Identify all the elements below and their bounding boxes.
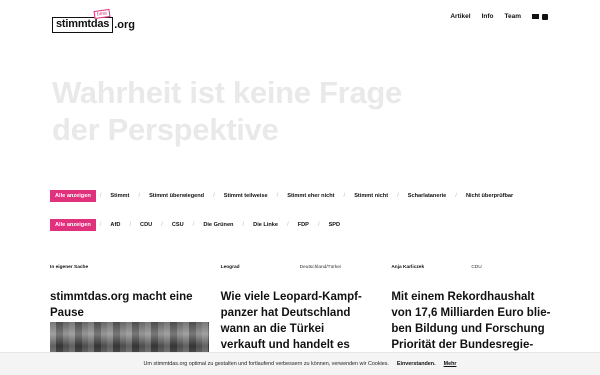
- cookie-banner: Um stimmtdas.org optimal zu gestalten un…: [0, 352, 600, 375]
- article-title[interactable]: stimmtdas.org macht eine Pause: [50, 289, 210, 321]
- party-filter-spd[interactable]: SPD: [324, 219, 346, 231]
- verdict-filter-nicht-ueberpruefbar[interactable]: Nicht überprüfbar: [461, 190, 518, 202]
- logo-tld: .org: [114, 18, 135, 31]
- separator: /: [99, 193, 102, 199]
- party-filter-row: Alle anzeigen / AfD / CDU / CSU / Die Gr…: [50, 219, 550, 231]
- nav-info[interactable]: Info: [482, 13, 494, 20]
- article-tag[interactable]: Deutschland/Türkei: [300, 265, 341, 270]
- nav-artikel[interactable]: Artikel: [450, 13, 470, 20]
- hero-heading: Wahrheit ist keine Frage der Perspektive: [52, 74, 472, 148]
- verdict-filter-stimmt-nicht[interactable]: Stimmt nicht: [349, 190, 393, 202]
- separator: /: [343, 193, 346, 199]
- separator: /: [129, 222, 132, 228]
- article-author: In eigener Sache: [50, 265, 89, 270]
- party-filter-all[interactable]: Alle anzeigen: [50, 219, 96, 231]
- verdict-filter-stimmt-ueberwiegend[interactable]: Stimmt überwiegend: [144, 190, 209, 202]
- verdict-filter-row: Alle anzeigen / Stimmt / Stimmt überwieg…: [50, 190, 550, 202]
- separator: /: [138, 193, 141, 199]
- separator: /: [242, 222, 245, 228]
- nav-icons: [532, 13, 548, 20]
- cookie-text: Um stimmtdas.org optimal zu gestalten un…: [143, 361, 389, 367]
- article-tag[interactable]: CDU: [471, 265, 481, 270]
- separator: /: [99, 222, 102, 228]
- verdict-filter-stimmt-eher-nicht[interactable]: Stimmt eher nicht: [282, 190, 339, 202]
- nav-team[interactable]: Team: [505, 13, 522, 20]
- party-filter-csu[interactable]: CSU: [167, 219, 189, 231]
- article-card[interactable]: Anja Karliczek CDU Mit einem Rekordhaush…: [391, 265, 560, 351]
- separator: /: [192, 222, 195, 228]
- site-header: stimmtdas .org beta Artikel Info Team: [0, 0, 600, 44]
- verdict-filter-scharlatanerie[interactable]: Scharlatanerie: [403, 190, 452, 202]
- article-grid: In eigener Sache stimmtdas.org macht ein…: [50, 265, 560, 367]
- party-filter-gruene[interactable]: Die Grünen: [198, 219, 238, 231]
- party-filter-linke[interactable]: Die Linke: [248, 219, 283, 231]
- article-title[interactable]: Mit einem Rekordhaushalt von 17,6 Millia…: [391, 289, 551, 353]
- verdict-filter-stimmt-teilweise[interactable]: Stimmt teilweise: [219, 190, 273, 202]
- article-card[interactable]: Leograd Deutschland/Türkei Wie viele Leo…: [221, 265, 392, 367]
- article-meta: Anja Karliczek CDU: [391, 265, 560, 281]
- verdict-filter-all[interactable]: Alle anzeigen: [50, 190, 96, 202]
- rss-icon[interactable]: [542, 13, 548, 20]
- main-nav: Artikel Info Team: [450, 13, 548, 20]
- article-author: Leograd: [220, 265, 240, 270]
- party-filter-cdu[interactable]: CDU: [135, 219, 157, 231]
- party-filter-afd[interactable]: AfD: [105, 219, 125, 231]
- party-filter-fdp[interactable]: FDP: [293, 219, 314, 231]
- article-meta: Leograd Deutschland/Türkei: [221, 265, 392, 281]
- filter-bar: Alle anzeigen / Stimmt / Stimmt überwieg…: [50, 190, 550, 231]
- separator: /: [317, 222, 320, 228]
- cookie-more-link[interactable]: Mehr: [444, 361, 457, 367]
- article-author: Anja Karliczek: [391, 265, 425, 270]
- separator: /: [287, 222, 289, 228]
- cookie-accept-button[interactable]: Einverstanden.: [397, 361, 436, 367]
- separator: /: [161, 222, 163, 228]
- logo-wordmark: stimmtdas: [52, 17, 114, 33]
- hero-line-1: Wahrheit ist keine Frage: [52, 75, 402, 110]
- separator: /: [276, 193, 279, 199]
- separator: /: [455, 193, 457, 199]
- site-logo[interactable]: stimmtdas .org beta: [52, 8, 135, 33]
- mail-icon[interactable]: [532, 14, 539, 19]
- verdict-filter-stimmt[interactable]: Stimmt: [105, 190, 134, 202]
- article-meta: In eigener Sache: [50, 265, 221, 281]
- separator: /: [213, 193, 215, 199]
- hero-line-2: der Perspektive: [52, 112, 279, 147]
- separator: /: [397, 193, 399, 199]
- article-card[interactable]: In eigener Sache stimmtdas.org macht ein…: [50, 265, 221, 362]
